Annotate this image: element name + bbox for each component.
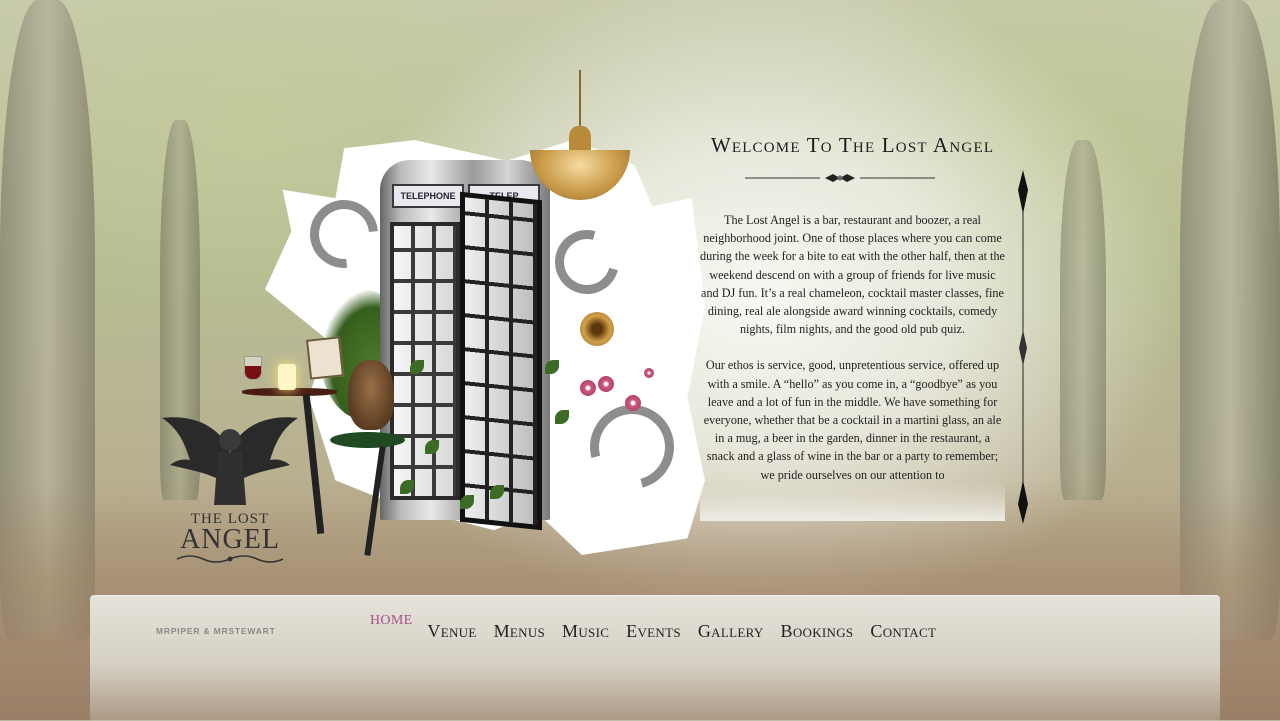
tree-trunk (1060, 140, 1106, 500)
scroll-down-arrow-icon (1018, 480, 1028, 524)
wine-glass-icon (244, 356, 262, 380)
trumpet-icon (580, 312, 614, 346)
ornamental-divider (745, 174, 935, 182)
angel-wings-icon (162, 417, 298, 505)
ornamental-scrollbar[interactable] (1013, 170, 1033, 524)
flower-icon (644, 368, 654, 378)
logo-text-line2: ANGEL (180, 524, 280, 555)
flower-icon (598, 376, 614, 392)
page-title: Welcome To The Lost Angel (710, 133, 995, 157)
phonebox-window (390, 222, 460, 500)
flower-icon (625, 395, 641, 411)
designer-credit: MRPIPER & MRSTEWART (156, 626, 276, 636)
telephone-sign: TELEPHONE (392, 184, 464, 208)
nav-item-events[interactable]: Events (626, 612, 681, 642)
nav-item-bookings[interactable]: Bookings (781, 612, 854, 642)
paragraph: The Lost Angel is a bar, restaurant and … (700, 213, 1005, 337)
logo-flourish-icon (176, 555, 284, 563)
paragraph: Our ethos is service, good, unpretentiou… (703, 358, 1002, 482)
picture-frame (306, 336, 344, 380)
main-nav: HOME Venue Menus Music Events Gallery Bo… (370, 612, 953, 642)
chandelier (525, 70, 635, 220)
chandelier-chain (579, 70, 581, 130)
site-logo[interactable]: THE LOST ANGEL (160, 410, 300, 570)
nav-item-venue[interactable]: Venue (427, 612, 476, 642)
stool-seat (330, 432, 405, 448)
nav-item-music[interactable]: Music (562, 612, 609, 642)
monkey-figure (348, 360, 394, 430)
candle-icon (278, 364, 296, 390)
scroll-up-arrow-icon (1018, 170, 1028, 214)
scroll-thumb-icon (1019, 330, 1027, 366)
chandelier-bowl (530, 150, 630, 200)
welcome-text: The Lost Angel is a bar, restaurant and … (700, 211, 1005, 521)
nav-item-home[interactable]: HOME (370, 612, 412, 629)
nav-item-menus[interactable]: Menus (494, 612, 545, 642)
phonebox-door (460, 191, 542, 531)
flower-icon (580, 380, 596, 396)
nav-item-contact[interactable]: Contact (870, 612, 936, 642)
nav-item-gallery[interactable]: Gallery (698, 612, 764, 642)
